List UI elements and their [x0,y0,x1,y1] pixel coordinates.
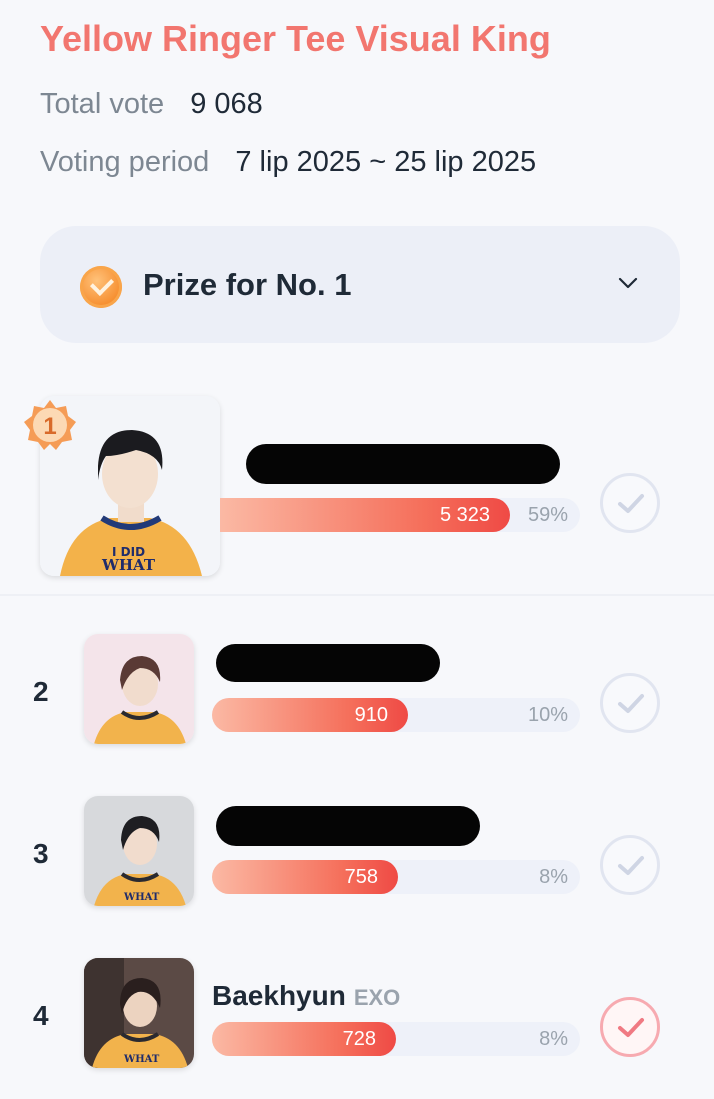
candidate-name-redacted [216,644,440,682]
vote-percent: 8% [539,866,568,888]
check-icon [618,694,644,713]
total-vote-value: 9 068 [190,88,263,120]
vote-percent: 8% [539,1028,568,1050]
vote-bar-track: 5 323 59% [220,498,580,532]
vote-bar-fill: 5 323 [220,498,510,532]
chevron-down-icon [618,277,638,289]
svg-text:WHAT: WHAT [101,556,156,574]
svg-text:1: 1 [43,413,56,440]
svg-text:WHAT: WHAT [123,1054,160,1065]
vote-check-button[interactable] [600,997,660,1057]
candidate-photo: WHAT [84,796,194,906]
vote-check-button[interactable] [600,673,660,733]
vote-bar-fill: 758 [212,860,398,894]
vote-percent: 10% [527,704,568,726]
svg-text:WHAT: WHAT [123,892,160,903]
vote-percent: 59% [527,504,568,526]
candidate-name-text: Baekhyun [212,980,346,1011]
vote-bar-track: 728 8% [212,1022,580,1056]
candidate-photo: WHAT [84,958,194,1068]
total-vote-row: Total vote 9 068 [40,88,263,121]
prize-dropdown[interactable]: Prize for No. 1 [40,226,680,343]
check-icon [618,1018,644,1037]
candidate-name-redacted [216,806,480,846]
voting-period-label: Voting period [40,146,210,178]
vote-count: 910 [354,704,388,726]
coin-icon [80,266,122,308]
candidate-name: Baekhyun EXO [212,980,400,1012]
rank-1-badge-icon: 1 [24,400,76,450]
vote-bar-track: 910 10% [212,698,580,732]
voting-period-value: 7 lip 2025 ~ 25 lip 2025 [235,146,537,178]
vote-check-button[interactable] [600,473,660,533]
rank-number: 3 [33,838,49,869]
rank-number: 4 [33,1000,49,1031]
candidate-group: EXO [353,985,401,1010]
vote-check-button[interactable] [600,835,660,895]
prize-label: Prize for No. 1 [143,267,352,302]
candidate-photo [84,634,194,744]
candidate-name-redacted [246,444,560,484]
vote-bar-fill: 728 [212,1022,396,1056]
divider [0,594,714,596]
vote-count: 5 323 [439,504,490,526]
check-icon [618,494,644,513]
vote-bar-fill: 910 [212,698,408,732]
total-vote-label: Total vote [40,88,165,120]
poll-title: Yellow Ringer Tee Visual King [40,18,551,59]
vote-bar-track: 758 8% [212,860,580,894]
vote-count: 758 [344,866,378,888]
voting-period-row: Voting period 7 lip 2025 ~ 25 lip 2025 [40,146,536,179]
rank-number: 2 [33,676,49,707]
check-icon [618,856,644,875]
vote-count: 728 [342,1028,376,1050]
